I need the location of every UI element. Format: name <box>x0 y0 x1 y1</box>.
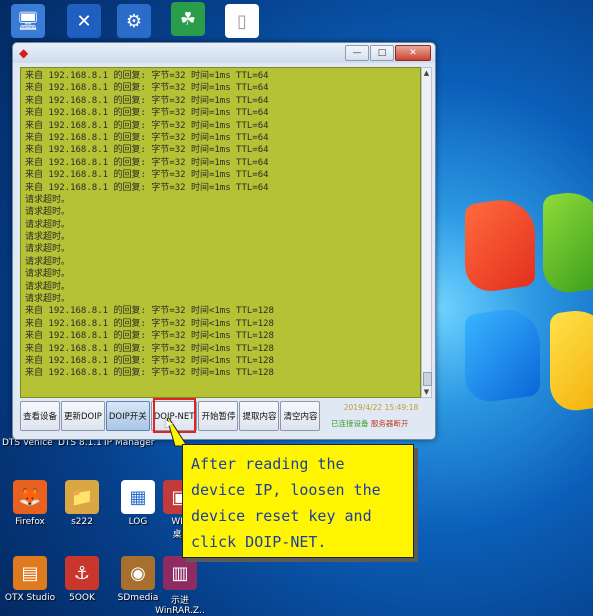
status-datetime: 2019/4/22 15:49:18 <box>343 403 419 412</box>
document-icon[interactable]: ▯ <box>212 4 272 41</box>
computer-glyph: 🖥 <box>11 4 45 38</box>
callout-line: click DOIP-NET. <box>191 533 327 551</box>
console-line: 来自 192.168.8.1 的回复: 字节=32 时间=1ms TTL=64 <box>25 170 269 181</box>
console-line: 请求超时。 <box>25 219 71 230</box>
desktop-icon-winrar-z[interactable]: ▥ 示进 WinRAR.Z.. <box>150 556 210 616</box>
console-line: 来自 192.168.8.1 的回复: 字节=32 时间<1ms TTL=128 <box>25 331 274 342</box>
start-pause-button[interactable]: 开始暂停 <box>198 401 239 431</box>
console-line: 来自 192.168.8.1 的回复: 字节=32 时间=1ms TTL=64 <box>25 157 269 168</box>
maximize-button[interactable]: □ <box>370 45 394 61</box>
scroll-thumb[interactable] <box>423 372 432 386</box>
x-app-glyph: ✕ <box>67 4 101 38</box>
console-line: 请求超时。 <box>25 269 71 280</box>
view-device-button[interactable]: 查看设备 <box>20 401 61 431</box>
desktop-icon-label: OTX Studio <box>4 593 56 603</box>
doip-switch-button[interactable]: DOIP开关 <box>105 401 150 431</box>
scroll-up-arrow-icon[interactable]: ▲ <box>422 68 431 78</box>
desktop-icon-label: Firefox <box>15 517 45 527</box>
clear-content-button[interactable]: 清空内容 <box>280 401 321 431</box>
computer-icon[interactable]: 🖥 <box>0 4 58 41</box>
console-line: 请求超时。 <box>25 207 71 218</box>
console-line: 请求超时。 <box>25 294 71 305</box>
console-line: 来自 192.168.8.1 的回复: 字节=32 时间=1ms TTL=64 <box>25 145 269 156</box>
console-line: 请求超时。 <box>25 281 71 292</box>
desktop-icon-label: 示进 WinRAR.Z.. <box>155 596 205 616</box>
desktop-icon-s222[interactable]: 📁 s222 <box>52 480 112 527</box>
instruction-callout: After reading the device IP, loosen the de… <box>182 444 414 558</box>
extract-content-button[interactable]: 提取内容 <box>239 401 280 431</box>
desktop-icon-label: 5OOK <box>69 593 95 603</box>
console-line: 请求超时。 <box>25 232 71 243</box>
update-doip-button[interactable]: 更新DOIP <box>61 401 105 431</box>
minimize-button[interactable]: — <box>345 45 369 61</box>
app-icon: ▥ <box>163 556 197 590</box>
app-icon: 🦊 <box>13 480 47 514</box>
windows-logo <box>455 187 593 460</box>
console-line: 来自 192.168.8.1 的回复: 字节=32 时间=1ms TTL=64 <box>25 71 269 81</box>
mercedes-app-glyph: ⚙ <box>117 4 151 38</box>
desktop-icon-5ook[interactable]: ⚓ 5OOK <box>52 556 112 603</box>
doip-tool-window: ◆ — □ ✕ 来自 192.168.8.1 的回复: 字节=32 时间=1ms… <box>12 42 436 440</box>
console-line: 请求超时。 <box>25 194 71 205</box>
console-line: 来自 192.168.8.1 的回复: 字节=32 时间<1ms TTL=128 <box>25 318 274 329</box>
app-icon: 📁 <box>65 480 99 514</box>
callout-line: device IP, loosen the <box>191 481 381 499</box>
app-icon: ▤ <box>13 556 47 590</box>
device-status: 已连接设备 <box>331 419 369 428</box>
document-glyph: ▯ <box>225 4 259 38</box>
desktop-icon-otx-studio[interactable]: ▤ OTX Studio <box>0 556 60 603</box>
console-line: 来自 192.168.8.1 的回复: 字节=32 时间<1ms TTL=128 <box>25 306 274 317</box>
console-line: 请求超时。 <box>25 256 71 267</box>
desktop-icon-firefox[interactable]: 🦊 Firefox <box>0 480 60 527</box>
network-app-icon[interactable]: ☘ <box>158 2 218 39</box>
close-button[interactable]: ✕ <box>395 45 431 61</box>
server-status: 服务器断开 <box>370 419 409 428</box>
console-line: 来自 192.168.8.1 的回复: 字节=32 时间=1ms TTL=64 <box>25 95 269 106</box>
console-line: 来自 192.168.8.1 的回复: 字节=32 时间<1ms TTL=128 <box>25 343 274 354</box>
app-icon: ⚓ <box>65 556 99 590</box>
mouse-cursor-icon: ➤ <box>163 417 174 432</box>
scroll-down-arrow-icon[interactable]: ▼ <box>422 387 431 397</box>
callout-line: device reset key and <box>191 507 372 525</box>
console-line: 来自 192.168.8.1 的回复: 字节=32 时间=1ms TTL=128 <box>25 368 274 379</box>
console-line: 请求超时。 <box>25 244 71 255</box>
app-diamond-icon: ◆ <box>19 46 29 60</box>
mercedes-app-icon[interactable]: ⚙ <box>104 4 164 41</box>
console-line: 来自 192.168.8.1 的回复: 字节=32 时间=1ms TTL=64 <box>25 108 269 119</box>
title-bar[interactable]: ◆ — □ ✕ <box>13 43 435 63</box>
console-line: 来自 192.168.8.1 的回复: 字节=32 时间=1ms TTL=64 <box>25 83 269 94</box>
desktop-icon-label: s222 <box>71 517 93 527</box>
console-line: 来自 192.168.8.1 的回复: 字节=32 时间=1ms TTL=64 <box>25 182 269 193</box>
console-scrollbar[interactable]: ▲ ▼ <box>421 67 432 398</box>
console-line: 来自 192.168.8.1 的回复: 字节=32 时间=1ms TTL=64 <box>25 120 269 131</box>
status-panel: 2019/4/22 15:49:18 已连接设备 服务器断开 <box>331 403 431 429</box>
network-app-glyph: ☘ <box>171 2 205 36</box>
callout-line: After reading the <box>191 455 345 473</box>
console-line: 来自 192.168.8.1 的回复: 字节=32 时间<1ms TTL=128 <box>25 355 274 366</box>
console-line: 来自 192.168.8.1 的回复: 字节=32 时间=1ms TTL=64 <box>25 132 269 143</box>
ping-console-output[interactable]: 来自 192.168.8.1 的回复: 字节=32 时间=1ms TTL=64 来… <box>20 67 421 398</box>
